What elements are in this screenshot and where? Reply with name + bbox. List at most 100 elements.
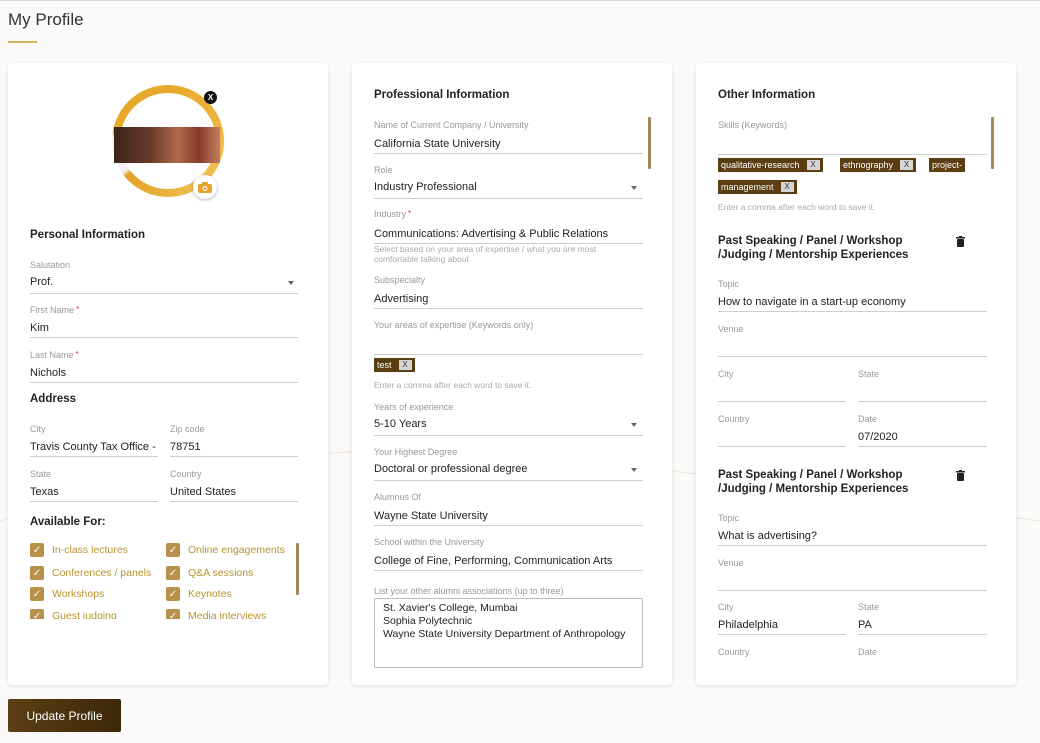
chevron-down-icon xyxy=(631,423,637,427)
checkbox-in-class-lectures[interactable]: ✓ In-class lectures xyxy=(30,543,128,557)
professional-scrollbar[interactable] xyxy=(648,117,651,169)
last-name-label: Last Name * xyxy=(30,350,79,360)
personal-info-title: Personal Information xyxy=(30,229,146,241)
industry-hint: Select based on your area of expertise /… xyxy=(374,244,597,264)
degree-select[interactable]: Doctoral or professional degree xyxy=(374,463,527,475)
last-name-field[interactable]: Nichols xyxy=(30,367,66,379)
check-icon: ✓ xyxy=(166,543,180,557)
remove-photo-icon[interactable]: X xyxy=(204,91,217,104)
check-icon: ✓ xyxy=(166,609,180,619)
school-field[interactable]: College of Fine, Performing, Communicati… xyxy=(374,555,612,567)
state-field[interactable]: PA xyxy=(858,619,872,631)
alumnus-label: Alumnus Of xyxy=(374,492,422,502)
venue-label: Venue xyxy=(718,558,744,568)
checkbox-media-interviews[interactable]: ✓ Media interviews xyxy=(166,609,266,619)
checkbox-qa-sessions[interactable]: ✓ Q&A sessions xyxy=(166,566,253,580)
chevron-down-icon xyxy=(631,186,637,190)
salutation-label: Salutation xyxy=(30,260,71,270)
other-scrollbar[interactable] xyxy=(991,117,994,169)
years-label: Years of experience xyxy=(374,402,454,412)
remove-tag-icon[interactable]: X xyxy=(900,160,914,170)
other-alumni-label: List your other alumni associations (up … xyxy=(374,586,564,596)
expertise-hint: Enter a comma after each word to save it… xyxy=(374,380,532,390)
camera-icon[interactable] xyxy=(193,175,217,199)
professional-info-title: Professional Information xyxy=(374,89,510,101)
remove-tag-icon[interactable]: X xyxy=(398,360,412,370)
other-info-title: Other Information xyxy=(718,89,816,101)
remove-tag-icon[interactable]: X xyxy=(806,160,820,170)
remove-tag-icon[interactable]: X xyxy=(780,182,794,192)
venue-label: Venue xyxy=(718,324,744,334)
check-icon: ✓ xyxy=(166,566,180,580)
subspecialty-field[interactable]: Advertising xyxy=(374,293,428,305)
skill-tag: management X xyxy=(718,180,797,194)
address-title: Address xyxy=(30,393,77,405)
skills-input[interactable] xyxy=(718,154,987,155)
subspecialty-label: Subspecialty xyxy=(374,275,426,285)
experience-title: Past Speaking / Panel / Workshop/Judging… xyxy=(718,469,909,495)
available-for-title: Available For: xyxy=(30,516,106,528)
topic-field[interactable]: How to navigate in a start-up economy xyxy=(718,296,906,308)
zip-field[interactable]: 78751 xyxy=(170,441,201,453)
checkbox-guest-judging[interactable]: ✓ Guest judging xyxy=(30,609,117,619)
state-label: State xyxy=(858,369,880,379)
page-title: My Profile xyxy=(8,10,84,29)
update-profile-button[interactable]: Update Profile xyxy=(8,699,121,732)
skills-hint: Enter a comma after each word to save it… xyxy=(718,202,876,212)
experience-title: Past Speaking / Panel / Workshop/Judging… xyxy=(718,235,909,261)
company-field[interactable]: California State University xyxy=(374,138,501,150)
city-label: City xyxy=(718,602,734,612)
salutation-select[interactable]: Prof. xyxy=(30,276,53,288)
company-label: Name of Current Company / University xyxy=(374,120,529,130)
role-label: Role xyxy=(374,165,393,175)
check-icon: ✓ xyxy=(30,566,44,580)
personal-info-card: X Personal Information Salutation Prof. … xyxy=(8,63,328,685)
alumnus-field[interactable]: Wayne State University xyxy=(374,510,488,522)
country-field[interactable]: United States xyxy=(170,486,236,498)
checkbox-workshops[interactable]: ✓ Workshops xyxy=(30,587,104,601)
other-alumni-textarea[interactable]: St. Xavier's College, Mumbai Sophia Poly… xyxy=(374,598,643,668)
chevron-down-icon xyxy=(288,281,294,285)
city-field[interactable]: Philadelphia xyxy=(718,619,778,631)
date-field[interactable]: 07/2020 xyxy=(858,431,898,443)
country-label: Country xyxy=(170,469,202,479)
checkbox-keynotes[interactable]: ✓ Keynotes xyxy=(166,587,232,601)
expertise-label: Your areas of expertise (Keywords only) xyxy=(374,320,534,330)
available-list: ✓ In-class lectures ✓ Online engagements ✓… xyxy=(30,541,300,619)
state-field[interactable]: Texas xyxy=(30,486,59,498)
trash-icon[interactable] xyxy=(956,468,965,486)
role-select[interactable]: Industry Professional xyxy=(374,181,477,193)
city-field[interactable]: Travis County Tax Office - M xyxy=(30,441,158,453)
skill-tag: ethnography X xyxy=(840,158,917,172)
state-label: State xyxy=(858,602,880,612)
years-select[interactable]: 5-10 Years xyxy=(374,418,427,430)
date-label: Date xyxy=(858,414,878,424)
professional-info-card: Professional Information Name of Current… xyxy=(352,63,672,685)
skill-tag: project- xyxy=(929,158,966,172)
skills-label: Skills (Keywords) xyxy=(718,120,788,130)
topic-label: Topic xyxy=(718,513,740,523)
check-icon: ✓ xyxy=(30,609,44,619)
school-label: School within the University xyxy=(374,537,485,547)
checkbox-online-engagements[interactable]: ✓ Online engagements xyxy=(166,543,285,557)
industry-field[interactable]: Communications: Advertising & Public Rel… xyxy=(374,228,608,240)
first-name-field[interactable]: Kim xyxy=(30,322,49,334)
expertise-tag: test X xyxy=(374,358,415,372)
check-icon: ✓ xyxy=(30,587,44,601)
avatar[interactable] xyxy=(114,127,220,163)
check-icon: ✓ xyxy=(30,543,44,557)
country-label: Country xyxy=(718,647,750,657)
skill-tag: qualitative-research X xyxy=(718,158,823,172)
trash-icon[interactable] xyxy=(956,234,965,252)
title-underline xyxy=(8,41,37,43)
checkbox-conferences-panels[interactable]: ✓ Conferences / panels xyxy=(30,566,151,580)
first-name-label: First Name * xyxy=(30,305,80,315)
check-icon: ✓ xyxy=(166,587,180,601)
zip-label: Zip code xyxy=(170,424,205,434)
date-label: Date xyxy=(858,647,878,657)
other-info-card: Other Information Skills (Keywords) qual… xyxy=(696,63,1016,685)
expertise-input[interactable] xyxy=(374,354,643,355)
available-scrollbar[interactable] xyxy=(296,543,299,595)
topic-field[interactable]: What is advertising? xyxy=(718,530,817,542)
country-label: Country xyxy=(718,414,750,424)
